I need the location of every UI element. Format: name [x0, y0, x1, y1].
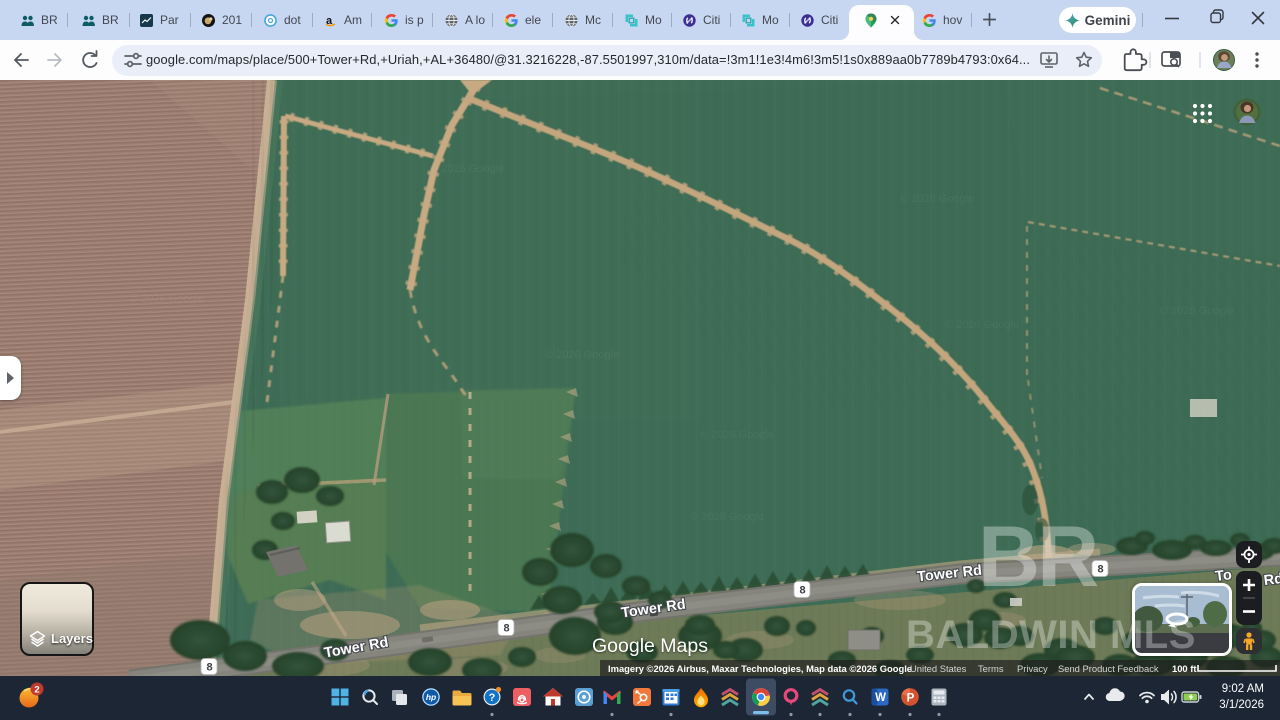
svg-text:P: P	[907, 693, 915, 705]
svg-text:© 2026 Google: © 2026 Google	[1160, 305, 1234, 317]
svg-text:8: 8	[1097, 564, 1103, 576]
svg-text:W: W	[875, 692, 886, 704]
svg-text:© 2026 Google: © 2026 Google	[130, 293, 204, 305]
svg-text:2: 2	[34, 685, 39, 696]
svg-text:© 2026 Google: © 2026 Google	[690, 511, 764, 523]
svg-text:8: 8	[799, 585, 805, 597]
svg-text:© 2026 Google: © 2026 Google	[430, 163, 504, 175]
svg-text:© 2026 Google: © 2026 Google	[900, 193, 974, 205]
svg-text:Rd: Rd	[1263, 571, 1280, 589]
svg-text:Google Maps: Google Maps	[592, 635, 708, 657]
svg-text:8: 8	[503, 623, 509, 635]
svg-text:© 2026 Google: © 2026 Google	[700, 429, 774, 441]
svg-text:© 2026 Google: © 2026 Google	[945, 319, 1019, 331]
svg-text:?: ?	[489, 692, 496, 704]
svg-text:© 2026 Google: © 2026 Google	[545, 349, 619, 361]
svg-text:8: 8	[206, 662, 212, 674]
svg-text:hp: hp	[426, 692, 436, 702]
